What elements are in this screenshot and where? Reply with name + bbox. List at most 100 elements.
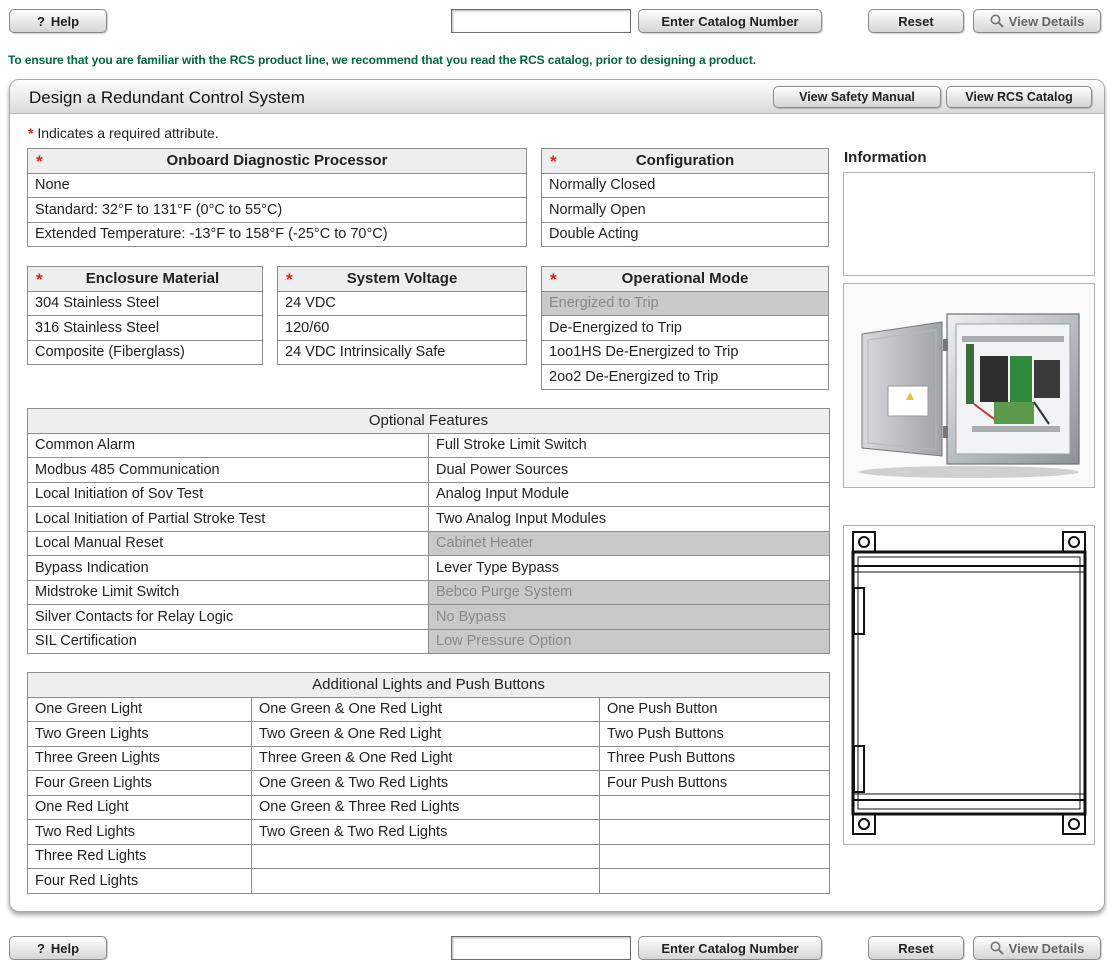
open-enclosure-image (859, 313, 1080, 478)
information-text (844, 173, 1094, 185)
information-box (843, 172, 1095, 276)
light-option[interactable]: One Green Light (27, 696, 252, 722)
light-option[interactable]: Three Green Lights (27, 745, 252, 771)
configuration-header: * Configuration (541, 148, 829, 174)
catalog-notice: To ensure that you are familiar with the… (8, 53, 757, 67)
empty-cell (598, 868, 831, 894)
onboard-diagnostic-processor-table: * Onboard Diagnostic Processor None Stand… (27, 148, 527, 247)
enclosure-option[interactable]: 304 Stainless Steel (27, 290, 263, 316)
voltage-header: * System Voltage (277, 266, 527, 292)
pushbutton-option[interactable]: One Push Button (598, 696, 831, 722)
light-option[interactable]: Two Red Lights (27, 819, 252, 845)
light-option[interactable]: One Red Light (27, 794, 252, 820)
empty-cell (598, 794, 831, 820)
empty-cell (251, 843, 600, 869)
catalog-number-input-bottom[interactable] (451, 936, 631, 960)
feature-option[interactable]: Local Initiation of Partial Stroke Test (27, 506, 429, 532)
voltage-title: System Voltage (346, 270, 458, 288)
feature-option[interactable]: Silver Contacts for Relay Logic (27, 604, 429, 630)
feature-option[interactable]: Full Stroke Limit Switch (427, 432, 831, 458)
help-button-bottom[interactable]: ? Help (9, 936, 107, 960)
feature-option[interactable]: Local Initiation of Sov Test (27, 481, 429, 507)
lights-title: Additional Lights and Push Buttons (26, 672, 831, 698)
magnifier-icon (990, 14, 1004, 28)
enclosure-option[interactable]: 316 Stainless Steel (27, 315, 263, 341)
opmode-header: * Operational Mode (541, 266, 829, 292)
light-option[interactable]: Three Green & One Red Light (251, 745, 600, 771)
lights-buttons-table: Additional Lights and Push Buttons One G… (26, 672, 831, 894)
light-option[interactable]: Two Green & Two Red Lights (251, 819, 600, 845)
pushbutton-option[interactable]: Two Push Buttons (598, 721, 831, 747)
view-details-button-bottom[interactable]: View Details (973, 936, 1101, 960)
information-label: Information (844, 149, 927, 166)
feature-option[interactable]: Midstroke Limit Switch (27, 579, 429, 605)
enclosure-material-table: * Enclosure Material 304 Stainless Steel … (27, 266, 263, 365)
opmode-option[interactable]: De-Energized to Trip (541, 315, 829, 341)
required-note: * Indicates a required attribute. (28, 125, 219, 141)
feature-option[interactable]: Dual Power Sources (427, 457, 831, 483)
light-option[interactable]: Four Red Lights (27, 868, 252, 894)
feature-option[interactable]: SIL Certification (27, 628, 429, 654)
enclosure-drawing-box (843, 525, 1095, 845)
light-option[interactable]: Three Red Lights (27, 843, 252, 869)
opmode-option[interactable]: 2oo2 De-Energized to Trip (541, 364, 829, 390)
required-star-icon: * (28, 125, 34, 141)
catalog-number-input[interactable] (451, 9, 631, 33)
light-option[interactable]: Two Green Lights (27, 721, 252, 747)
operational-mode-table: * Operational Mode Energized to Trip De-E… (541, 266, 829, 390)
optional-features-table: Optional Features Common Alarm Full Strok… (26, 408, 831, 654)
view-safety-manual-button[interactable]: View Safety Manual (773, 86, 941, 108)
configuration-option[interactable]: Normally Open (541, 197, 829, 223)
odp-title: Onboard Diagnostic Processor (166, 152, 388, 170)
voltage-option[interactable]: 120/60 (277, 315, 527, 341)
help-button[interactable]: ? Help (9, 9, 107, 33)
odp-header: * Onboard Diagnostic Processor (27, 148, 527, 174)
view-details-button[interactable]: View Details (973, 9, 1101, 33)
required-star-icon: * (36, 152, 43, 171)
light-option[interactable]: One Green & One Red Light (251, 696, 600, 722)
view-rcs-catalog-button[interactable]: View RCS Catalog (946, 86, 1092, 108)
enter-catalog-number-button[interactable]: Enter Catalog Number (638, 9, 822, 33)
pushbutton-option[interactable]: Four Push Buttons (598, 770, 831, 796)
required-note-text: Indicates a required attribute. (37, 125, 219, 141)
light-option[interactable]: One Green & Two Red Lights (251, 770, 600, 796)
reset-button[interactable]: Reset (868, 9, 964, 33)
system-voltage-table: * System Voltage 24 VDC 120/60 24 VDC Int… (277, 266, 527, 365)
feature-option-disabled: Low Pressure Option (427, 628, 831, 654)
light-option[interactable]: One Green & Three Red Lights (251, 794, 600, 820)
feature-option[interactable]: Lever Type Bypass (427, 555, 831, 581)
required-star-icon: * (550, 270, 557, 289)
required-star-icon: * (550, 152, 557, 171)
feature-option-disabled: Cabinet Heater (427, 530, 831, 556)
feature-option[interactable]: Common Alarm (27, 432, 429, 458)
opmode-option-disabled: Energized to Trip (541, 290, 829, 316)
configuration-option[interactable]: Double Acting (541, 221, 829, 247)
help-icon: ? (36, 13, 45, 29)
help-label: Help (50, 940, 80, 956)
feature-option-disabled: Bebco Purge System (427, 579, 831, 605)
feature-option[interactable]: Local Manual Reset (27, 530, 429, 556)
view-details-label: View Details (1008, 13, 1085, 29)
odp-option[interactable]: None (27, 172, 527, 198)
configuration-option[interactable]: Normally Closed (541, 172, 829, 198)
odp-option[interactable]: Extended Temperature: -13°F to 158°F (-2… (27, 221, 527, 247)
required-star-icon: * (36, 270, 43, 289)
feature-option[interactable]: Modbus 485 Communication (27, 457, 429, 483)
panel-header: Design a Redundant Control System View S… (10, 80, 1104, 114)
pushbutton-option[interactable]: Three Push Buttons (598, 745, 831, 771)
odp-option[interactable]: Standard: 32°F to 131°F (0°C to 55°C) (27, 197, 527, 223)
enter-catalog-number-button-bottom[interactable]: Enter Catalog Number (638, 936, 822, 960)
feature-option[interactable]: Analog Input Module (427, 481, 831, 507)
configuration-table: * Configuration Normally Closed Normally … (541, 148, 829, 247)
voltage-option[interactable]: 24 VDC Intrinsically Safe (277, 339, 527, 365)
feature-option[interactable]: Two Analog Input Modules (427, 506, 831, 532)
reset-button-bottom[interactable]: Reset (868, 936, 964, 960)
light-option[interactable]: Two Green & One Red Light (251, 721, 600, 747)
opmode-option[interactable]: 1oo1HS De-Energized to Trip (541, 339, 829, 365)
feature-option[interactable]: Bypass Indication (27, 555, 429, 581)
light-option[interactable]: Four Green Lights (27, 770, 252, 796)
enclosure-option[interactable]: Composite (Fiberglass) (27, 339, 263, 365)
empty-cell (598, 843, 831, 869)
enclosure-title: Enclosure Material (85, 270, 220, 288)
voltage-option[interactable]: 24 VDC (277, 290, 527, 316)
